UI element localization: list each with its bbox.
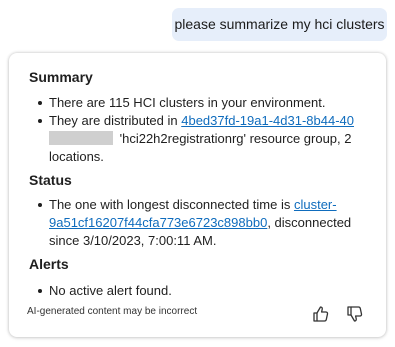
list-item: There are 115 HCI clusters in your envir… (38, 94, 369, 112)
subscription-link[interactable]: 4bed37fd-19a1-4d31-8b44-40 (181, 113, 354, 128)
thumbs-down-icon[interactable] (345, 304, 365, 324)
user-message-bubble: please summarize my hci clusters (172, 8, 387, 41)
list-item: No active alert found. (38, 282, 369, 300)
summary-heading: Summary (29, 69, 93, 85)
summary-list: There are 115 HCI clusters in your envir… (38, 94, 369, 166)
alerts-list: No active alert found. (38, 282, 369, 300)
alerts-heading: Alerts (29, 256, 69, 272)
thumbs-up-icon[interactable] (311, 304, 331, 324)
redacted-block (49, 131, 113, 145)
assistant-response-card: Summary There are 115 HCI clusters in yo… (9, 53, 386, 337)
ai-disclaimer: AI-generated content may be incorrect (27, 306, 198, 317)
status-heading: Status (29, 172, 72, 188)
status-list: The one with longest disconnected time i… (38, 196, 369, 250)
list-item: The one with longest disconnected time i… (38, 196, 369, 250)
list-item: They are distributed in 4bed37fd-19a1-4d… (38, 112, 369, 166)
